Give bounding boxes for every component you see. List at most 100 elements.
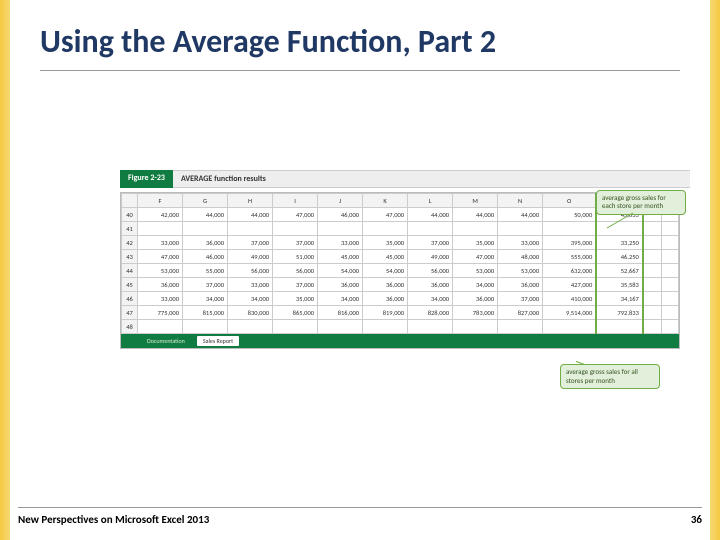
- cell: 828,000: [408, 306, 453, 320]
- cell: 775,000: [138, 306, 183, 320]
- cell: 55,000: [183, 264, 228, 278]
- cell: 36,000: [363, 278, 408, 292]
- cell: 49,000: [408, 250, 453, 264]
- cell: 36,000: [318, 278, 363, 292]
- cell: 34,000: [318, 292, 363, 306]
- gold-bar-right: [710, 0, 720, 540]
- cell: 49,000: [228, 250, 273, 264]
- cell: 35,000: [363, 236, 408, 250]
- footer-rule: [18, 507, 702, 508]
- cell: 33,000: [498, 236, 543, 250]
- cell: 50,000: [543, 208, 597, 222]
- table-row: 4233,00036,00037,00037,00033,00035,00037…: [122, 236, 679, 250]
- cell: [363, 320, 408, 334]
- cell: 56,000: [273, 264, 318, 278]
- table-row: 4042,00044,00044,00047,00046,00047,00044…: [122, 208, 679, 222]
- cell: [543, 320, 597, 334]
- cell: 395,000: [543, 236, 597, 250]
- cell: 819,000: [363, 306, 408, 320]
- cell: 827,000: [498, 306, 543, 320]
- cell: [273, 320, 318, 334]
- figure-caption: AVERAGE function results: [173, 170, 690, 188]
- cell: [453, 222, 498, 236]
- row-header: 40: [122, 208, 138, 222]
- cell: 34,000: [183, 292, 228, 306]
- cell: [643, 278, 662, 292]
- cell: [662, 264, 679, 278]
- cell: [643, 320, 662, 334]
- cell: [596, 222, 643, 236]
- cell: 783,000: [453, 306, 498, 320]
- cell: [543, 222, 597, 236]
- cell: 47,000: [273, 208, 318, 222]
- cell: 48,000: [498, 250, 543, 264]
- cell: [138, 320, 183, 334]
- cell: 37,000: [273, 236, 318, 250]
- cell: 36,000: [453, 292, 498, 306]
- cell: [643, 264, 662, 278]
- cell: 33,000: [318, 236, 363, 250]
- tab-documentation[interactable]: Documentation: [141, 336, 191, 346]
- cell: 792,833: [596, 306, 643, 320]
- cell: 54,000: [363, 264, 408, 278]
- data-table: F G H I J K L M N O P Q R 4042,00044,000…: [121, 193, 679, 334]
- cell: 33,250: [596, 236, 643, 250]
- cell: 56,000: [228, 264, 273, 278]
- cell: [643, 250, 662, 264]
- row-header: 48: [122, 320, 138, 334]
- sheet-tab-strip: Documentation Sales Report: [121, 334, 679, 348]
- cell: 44,000: [228, 208, 273, 222]
- row-header: 45: [122, 278, 138, 292]
- cell: [498, 320, 543, 334]
- table-row: 4453,00055,00056,00056,00054,00054,00056…: [122, 264, 679, 278]
- cell: [662, 222, 679, 236]
- cell: [138, 222, 183, 236]
- cell: 36,000: [138, 278, 183, 292]
- cell: [662, 250, 679, 264]
- row-header: 43: [122, 250, 138, 264]
- cell: [643, 292, 662, 306]
- cell: 54,000: [318, 264, 363, 278]
- callout-bottom: average gross sales for all stores per m…: [560, 364, 660, 389]
- cell: 36,000: [408, 278, 453, 292]
- cell: 45,000: [318, 250, 363, 264]
- cell: 47,000: [138, 250, 183, 264]
- row-header: 46: [122, 292, 138, 306]
- cell: [643, 236, 662, 250]
- cell: 44,000: [453, 208, 498, 222]
- cell: 44,000: [498, 208, 543, 222]
- cell: [408, 222, 453, 236]
- cell: [363, 222, 408, 236]
- cell: 33,000: [138, 292, 183, 306]
- cell: 36,000: [183, 236, 228, 250]
- cell: 53,000: [138, 264, 183, 278]
- cell: [596, 320, 643, 334]
- cell: [408, 320, 453, 334]
- cell: 44,000: [183, 208, 228, 222]
- cell: 56,000: [408, 264, 453, 278]
- cell: [183, 320, 228, 334]
- cell: 9,514,000: [543, 306, 597, 320]
- cell: 53,000: [498, 264, 543, 278]
- cell: 815,000: [183, 306, 228, 320]
- cell: 35,583: [596, 278, 643, 292]
- table-row: 4347,00046,00049,00051,00045,00045,00049…: [122, 250, 679, 264]
- cell: [498, 222, 543, 236]
- cell: 410,000: [543, 292, 597, 306]
- cell: 34,167: [596, 292, 643, 306]
- cell: 52,667: [596, 264, 643, 278]
- table-row: 41: [122, 222, 679, 236]
- row-header: 47: [122, 306, 138, 320]
- cell: 35,000: [273, 292, 318, 306]
- cell: 865,000: [273, 306, 318, 320]
- cell: 830,000: [228, 306, 273, 320]
- table-row: 48: [122, 320, 679, 334]
- cell: 45,000: [363, 250, 408, 264]
- cell: [453, 320, 498, 334]
- row-header: 44: [122, 264, 138, 278]
- cell: 34,000: [408, 292, 453, 306]
- cell: 34,000: [228, 292, 273, 306]
- tab-sales-report[interactable]: Sales Report: [197, 336, 239, 346]
- cell: [662, 278, 679, 292]
- cell: 37,000: [228, 236, 273, 250]
